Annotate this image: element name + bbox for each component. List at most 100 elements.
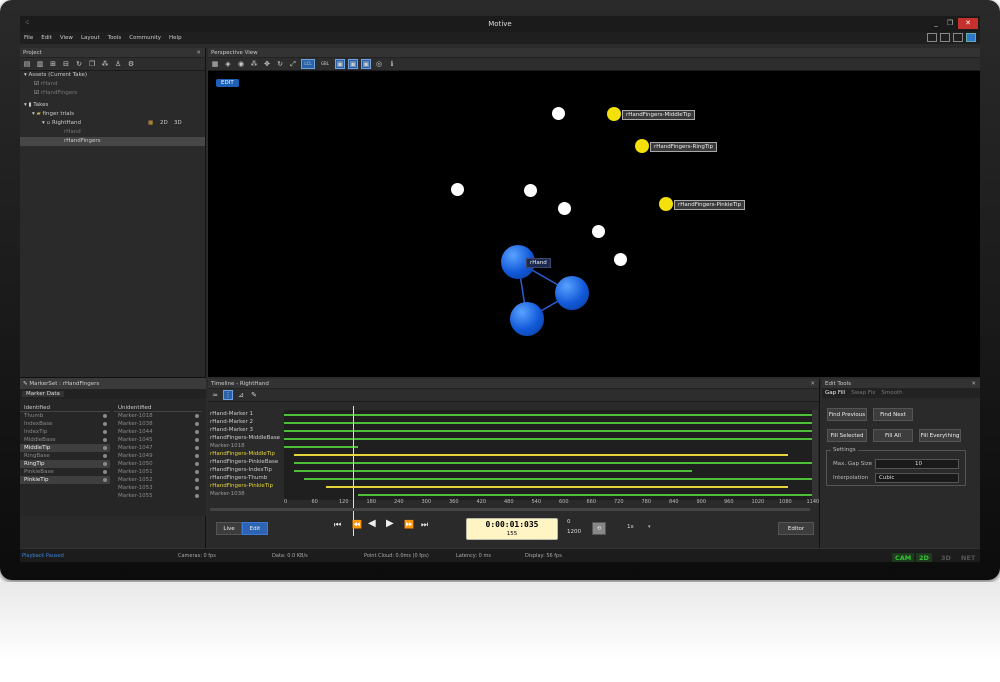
chevron-down-icon[interactable]: ▾ [648,524,651,530]
marker-pinkietip[interactable] [659,197,673,211]
visibility-eye-icon[interactable]: ◎ [375,60,383,68]
asset-row[interactable]: ☑ rHandFingers [20,89,205,98]
menu-layout[interactable]: Layout [81,35,100,41]
track-label[interactable]: rHandFingers-PinkieTip [210,482,273,490]
info-icon[interactable]: ℹ [388,60,396,68]
track-bar[interactable] [284,414,812,416]
tracks-mode-icon[interactable]: ⋮ [223,390,233,400]
identified-marker-row[interactable]: IndexBase [20,420,110,428]
identified-marker-row[interactable]: RingTip [20,460,110,468]
add-folder-icon[interactable]: ⊞ [49,60,57,68]
layout-edit-icon[interactable] [966,33,976,42]
track-area[interactable]: rHand-Marker 1 rHand-Marker 2 rHand-Marker… [208,406,820,536]
step-forward-icon[interactable]: ⏩ [404,520,414,529]
layout-capture-icon[interactable] [953,33,963,42]
marker-white[interactable] [451,183,464,196]
edit-mode-button[interactable]: Edit [242,522,268,535]
loop-icon[interactable]: ⟲ [592,522,606,535]
take-child-row[interactable]: rHandFingers [20,137,205,146]
scale-icon[interactable]: ⤢ [289,60,297,68]
track-label[interactable]: rHandFingers-MiddleTip [210,450,275,458]
menu-community[interactable]: Community [129,35,161,41]
go-end-icon[interactable]: ⏭ [421,520,428,530]
track-label[interactable]: rHandFingers-Thumb [210,474,267,482]
tab-marker-data[interactable]: Marker Data [22,391,64,397]
live-mode-button[interactable]: Live [216,522,242,535]
net-mode-indicator[interactable]: NET [958,553,978,562]
3d-mode-indicator[interactable]: 3D [938,553,954,562]
close-icon[interactable]: ✕ [196,48,201,58]
menu-tools[interactable]: Tools [108,35,122,41]
select-rigidbody-icon[interactable]: ▣ [348,59,358,69]
cam-mode-indicator[interactable]: CAM [892,553,915,562]
unidentified-marker-row[interactable]: Marker-1050 [114,460,202,468]
track-bar[interactable] [294,454,788,456]
marker-white[interactable] [614,253,627,266]
fill-selected-button[interactable]: Fill Selected [827,429,867,442]
new-take-icon[interactable]: ▤ [23,60,31,68]
track-label[interactable]: Marker-1038 [210,490,245,498]
import-icon[interactable]: ▥ [36,60,44,68]
timeline-scrollbar[interactable] [812,410,818,500]
tab-smooth[interactable]: Smooth [881,389,902,398]
track-label[interactable]: rHandFingers-PinkieBase [210,458,278,466]
identified-marker-row[interactable]: Thumb [20,412,110,420]
close-button[interactable]: ✕ [958,18,978,29]
track-bar[interactable] [358,494,812,496]
identified-marker-row[interactable]: PinkieTip [20,476,110,484]
close-icon[interactable]: ✕ [810,379,815,389]
take-row[interactable]: ▾ ▫ RightHand ▦ 2D 3D [20,119,205,128]
rigidbody-icon[interactable]: ⁂ [101,60,109,68]
menu-view[interactable]: View [60,35,73,41]
camera-icon[interactable]: ◉ [237,60,245,68]
fill-all-button[interactable]: Fill All [873,429,913,442]
identified-marker-row[interactable]: MiddleBase [20,436,110,444]
track-bar[interactable] [284,430,812,432]
fill-everything-button[interactable]: Fill Everything [919,429,961,442]
timecode-display[interactable]: 0:00:01:035 155 [466,518,558,540]
grid-icon[interactable]: ▦ [211,60,219,68]
range-start-field[interactable]: 0 [564,518,586,528]
marker-white[interactable] [552,107,565,120]
unidentified-marker-row[interactable]: Marker-1052 [114,476,202,484]
unidentified-marker-row[interactable]: Marker-1047 [114,444,202,452]
unidentified-marker-row[interactable]: Marker-1045 [114,436,202,444]
asset-row[interactable]: ☑ rHand [20,80,205,89]
gap-icon[interactable]: ⊿ [237,391,245,399]
play-reverse-icon[interactable]: ◀ [368,518,376,529]
tab-swap-fix[interactable]: Swap Fix [851,389,875,398]
track-bar[interactable] [284,422,812,424]
track-label[interactable]: Marker-1018 [210,442,245,450]
marker-white[interactable] [558,202,571,215]
marker-white[interactable] [524,184,537,197]
interpolation-select[interactable]: Cubic [875,473,959,483]
play-icon[interactable]: ▶ [386,518,394,529]
track-label[interactable]: rHandFingers-MiddleBase [210,434,280,442]
minimize-button[interactable]: _ [930,18,942,29]
track-bar[interactable] [326,486,788,488]
unidentified-marker-row[interactable]: Marker-1038 [114,420,202,428]
folder-row[interactable]: ▾ ▰ finger trials [20,110,205,119]
track-bar[interactable] [284,438,812,440]
unidentified-marker-row[interactable]: Marker-1053 [114,484,202,492]
max-gap-field[interactable]: 10 [875,459,959,469]
track-bar[interactable] [294,462,812,464]
track-label[interactable]: rHand-Marker 1 [210,410,253,418]
layout-calibrate-icon[interactable] [927,33,937,42]
go-start-icon[interactable]: ⏮ [334,520,341,530]
maximize-button[interactable]: ❐ [944,18,956,29]
select-skeleton-icon[interactable]: ▣ [361,59,371,69]
layout-create-icon[interactable] [940,33,950,42]
skeleton-icon[interactable]: ♙ [114,60,122,68]
unidentified-marker-row[interactable]: Marker-1051 [114,468,202,476]
marker-white[interactable] [592,225,605,238]
3d-viewport[interactable]: EDIT rHandFingers-MiddleTip rHandFingers… [208,71,980,377]
unidentified-marker-row[interactable]: Marker-1055 [114,492,202,500]
refresh-icon[interactable]: ↻ [75,60,83,68]
global-space-button[interactable]: GBL [319,60,331,68]
marker-middletip[interactable] [607,107,621,121]
tab-gap-fill[interactable]: Gap Fill [825,389,845,398]
select-markers-icon[interactable]: ▣ [335,59,345,69]
menu-edit[interactable]: Edit [41,35,52,41]
identified-marker-row[interactable]: IndexTip [20,428,110,436]
